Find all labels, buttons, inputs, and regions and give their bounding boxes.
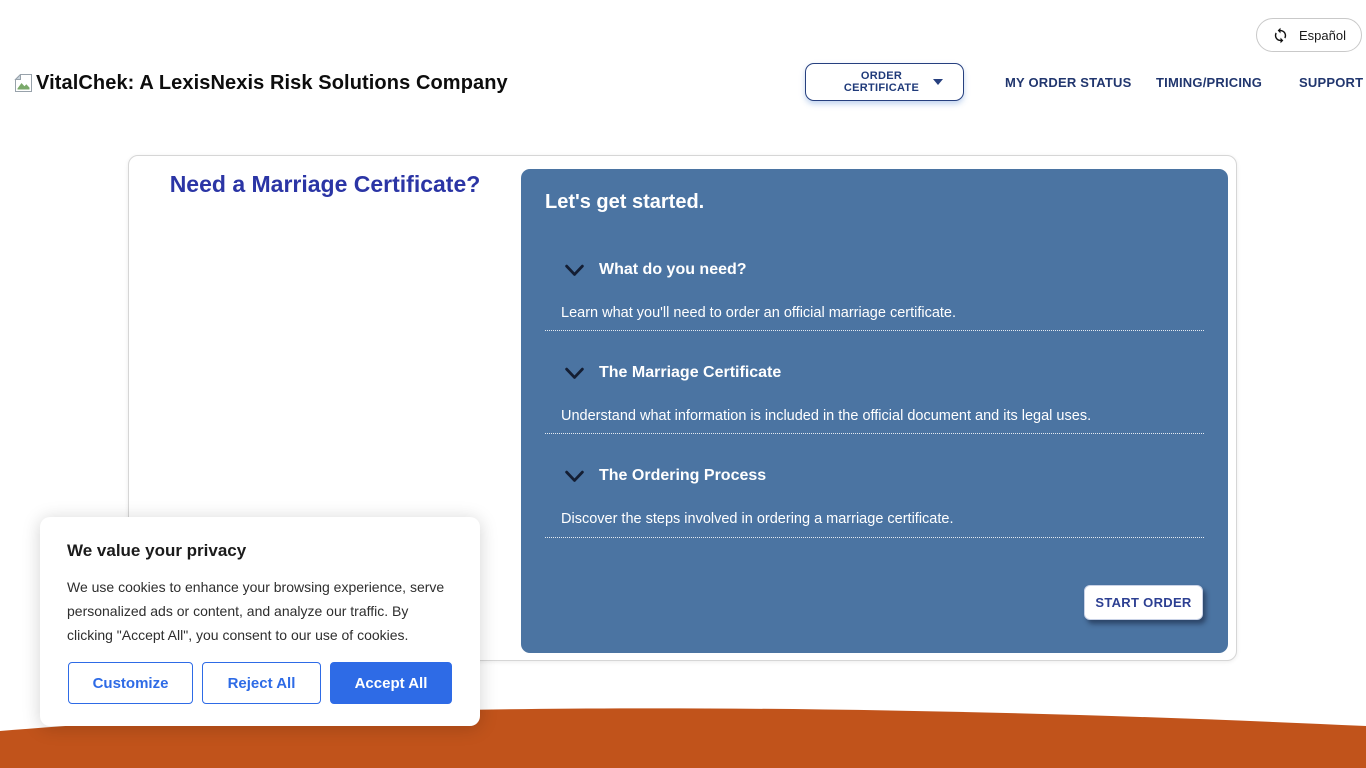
customize-button[interactable]: Customize: [68, 662, 193, 704]
caret-down-icon: [933, 79, 943, 85]
nav-timing-pricing[interactable]: TIMING/PRICING: [1156, 75, 1262, 90]
accept-all-button[interactable]: Accept All: [330, 662, 452, 704]
site-logo[interactable]: VitalChek: A LexisNexis Risk Solutions C…: [14, 72, 508, 97]
accordion-label: What do you need?: [599, 261, 747, 279]
accordion-the-marriage-certificate[interactable]: The Marriage Certificate: [564, 364, 781, 382]
divider: [545, 330, 1204, 331]
accordion-label: The Marriage Certificate: [599, 364, 781, 382]
page: Español VitalChek: A LexisNexis Risk Sol…: [0, 0, 1366, 768]
accordion-what-do-you-need[interactable]: What do you need?: [564, 261, 747, 279]
accordion-description: Discover the steps involved in ordering …: [561, 511, 953, 527]
order-certificate-label: ORDER CERTIFICATE: [830, 70, 933, 94]
cookie-body: We use cookies to enhance your browsing …: [67, 575, 451, 647]
broken-image-icon: [14, 74, 34, 97]
logo-alt-text: VitalChek: A LexisNexis Risk Solutions C…: [36, 72, 508, 95]
nav-my-order-status[interactable]: MY ORDER STATUS: [1005, 75, 1132, 90]
sync-icon: [1272, 27, 1289, 44]
order-certificate-button[interactable]: ORDER CERTIFICATE: [805, 63, 964, 101]
accordion-description: Learn what you'll need to order an offic…: [561, 305, 956, 321]
accordion-the-ordering-process[interactable]: The Ordering Process: [564, 467, 766, 485]
cookie-consent-dialog: We value your privacy We use cookies to …: [40, 517, 480, 726]
chevron-down-icon: [564, 264, 585, 277]
page-title: Need a Marriage Certificate?: [129, 171, 521, 198]
chevron-down-icon: [564, 367, 585, 380]
accordion-label: The Ordering Process: [599, 467, 766, 485]
divider: [545, 537, 1204, 538]
nav-support[interactable]: SUPPORT: [1299, 75, 1363, 90]
divider: [545, 433, 1204, 434]
chevron-down-icon: [564, 470, 585, 483]
cookie-title: We value your privacy: [67, 541, 246, 561]
accordion-description: Understand what information is included …: [561, 408, 1091, 424]
language-label: Español: [1299, 28, 1346, 43]
start-order-button[interactable]: START ORDER: [1084, 585, 1203, 620]
get-started-panel: Let's get started. What do you need? Lea…: [521, 169, 1228, 653]
reject-all-button[interactable]: Reject All: [202, 662, 321, 704]
language-toggle-button[interactable]: Español: [1256, 18, 1362, 52]
panel-title: Let's get started.: [545, 191, 704, 214]
